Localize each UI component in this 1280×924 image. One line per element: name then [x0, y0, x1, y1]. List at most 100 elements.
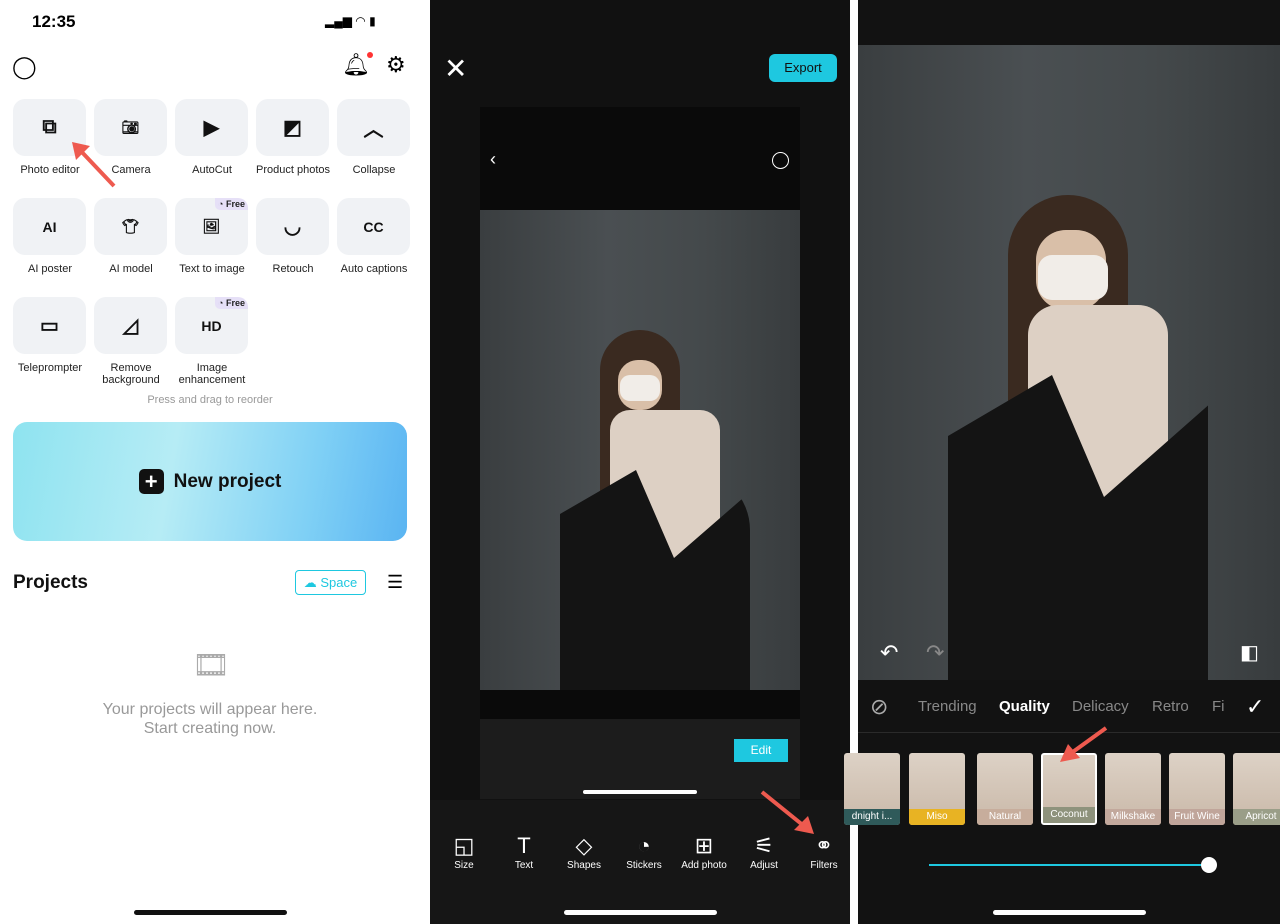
projects-title: Projects	[13, 572, 88, 593]
filter-thumb[interactable]: Milkshake	[1105, 753, 1161, 825]
filter-tab-retro[interactable]: Retro	[1152, 698, 1189, 715]
tile-text-to-image[interactable]: 🖼︎ ◔ Free	[175, 198, 248, 255]
export-button[interactable]: Export	[769, 54, 837, 82]
tile-label: AI model	[109, 263, 153, 275]
intensity-slider-track[interactable]	[929, 864, 1209, 866]
camera-icon: 📷︎	[121, 119, 140, 135]
filter-thumb[interactable]: Natural	[977, 753, 1033, 825]
remove-bg-icon: ◿	[122, 315, 139, 337]
space-button[interactable]: ☁ Space	[295, 570, 366, 595]
tool-label: Size	[454, 860, 474, 871]
tile-ai-poster[interactable]: AI	[13, 198, 86, 255]
tile-label: Teleprompter	[17, 362, 83, 374]
arrow-annotation	[72, 142, 116, 188]
tile-label: Auto captions	[340, 263, 408, 275]
ai-poster-icon: AI	[42, 218, 57, 235]
space-label: Space	[320, 575, 358, 590]
no-filter-icon[interactable]: ⊘	[870, 694, 888, 720]
sort-icon[interactable]: ☰	[387, 572, 403, 593]
hd-icon: HD	[201, 317, 222, 334]
retouch-icon: ◡	[283, 216, 302, 238]
tile-label: Text to image	[179, 263, 245, 275]
free-label: Free	[225, 298, 245, 308]
empty-line2: Start creating now.	[143, 720, 277, 737]
back-icon[interactable]: ‹	[490, 149, 496, 170]
home-indicator	[134, 910, 287, 915]
tool-label: Shapes	[567, 860, 601, 871]
redo-icon[interactable]: ↷	[926, 640, 944, 666]
teleprompter-icon: ▭	[40, 315, 59, 337]
filter-thumb[interactable]: Miso	[909, 753, 965, 825]
confirm-check-icon[interactable]: ✓	[1246, 694, 1264, 720]
tool-label: Add photo	[681, 860, 727, 871]
chevron-up-icon: ︿	[363, 119, 384, 141]
bell-icon[interactable]: 🔔︎	[342, 52, 373, 78]
tile-retouch[interactable]: ◡	[256, 198, 329, 255]
tile-autocut[interactable]: ▶	[175, 99, 248, 156]
intensity-slider-handle[interactable]	[1201, 857, 1217, 873]
filter-thumb[interactable]: dnight i...	[844, 753, 900, 825]
drag-handle[interactable]	[583, 790, 697, 794]
photo-image	[480, 210, 800, 690]
filter-thumb[interactable]: Apricot	[1233, 753, 1280, 825]
filter-label: Coconut	[1043, 807, 1095, 823]
tool-label: Adjust	[750, 860, 778, 871]
tool-add-photo[interactable]: ⊞ Add photo	[674, 832, 734, 871]
captions-icon: CC	[363, 218, 384, 235]
gear-icon[interactable]: ⚙	[386, 52, 406, 78]
filter-thumb[interactable]: Fruit Wine	[1169, 753, 1225, 825]
tile-teleprompter[interactable]: ▭	[13, 297, 86, 354]
filter-tab-quality[interactable]: Quality	[999, 698, 1050, 715]
filter-label: Fruit Wine	[1169, 809, 1225, 825]
filter-label: Milkshake	[1105, 809, 1161, 825]
new-project-button[interactable]: + New project	[13, 422, 407, 541]
reorder-hint: Press and drag to reorder	[147, 394, 273, 406]
tile-remove-background[interactable]: ◿	[94, 297, 167, 354]
empty-line1: Your projects will appear here.	[102, 701, 318, 718]
tile-label: Retouch	[272, 263, 314, 275]
status-time: 12:35	[32, 12, 76, 31]
filter-label: Miso	[909, 809, 965, 825]
filter-tab-trending[interactable]: Trending	[918, 698, 977, 715]
tile-auto-captions[interactable]: CC	[337, 198, 410, 255]
text-to-image-icon: 🖼︎	[202, 218, 221, 234]
close-icon[interactable]: ✕	[444, 52, 467, 85]
size-icon: ◱	[453, 833, 475, 858]
text-icon: T	[517, 833, 531, 858]
tool-shapes[interactable]: ◇ Shapes	[554, 832, 614, 871]
tool-label: Stickers	[626, 860, 662, 871]
undo-icon[interactable]: ↶	[880, 640, 898, 666]
free-badge: ◔ Free	[215, 297, 248, 309]
tile-collapse[interactable]: ︿	[337, 99, 410, 156]
profile-icon[interactable]: ◯	[12, 54, 37, 80]
shapes-icon: ◇	[575, 833, 593, 858]
canvas: ‹ Edit	[480, 107, 800, 762]
tool-text[interactable]: T Text	[494, 832, 554, 871]
empty-state: Your projects will appear here. Start cr…	[0, 700, 420, 738]
tool-size[interactable]: ◱ Size	[434, 832, 494, 871]
home-indicator	[564, 910, 717, 915]
tile-product-photos[interactable]: ◩	[256, 99, 329, 156]
photo-image	[858, 45, 1280, 680]
plus-icon: +	[138, 469, 164, 494]
tile-label: Product photos	[256, 164, 330, 176]
tile-label: Remove background	[102, 362, 160, 386]
tool-stickers[interactable]: ◔ Stickers	[614, 832, 674, 871]
tile-label: AI poster	[27, 263, 73, 275]
filter-tab-delicacy[interactable]: Delicacy	[1072, 698, 1129, 715]
stickers-icon: ◔	[637, 833, 651, 858]
tile-image-enhancement[interactable]: HD ◔ Free	[175, 297, 248, 354]
filter-label: Natural	[977, 809, 1033, 825]
filters-screen: ↶ ↷ ◧ ⊘ Trending Quality Delicacy Retro Fi ✓…	[844, 0, 1280, 924]
select-circle-icon[interactable]	[772, 152, 789, 169]
edit-button[interactable]: Edit	[734, 739, 788, 762]
filter-tab-fi[interactable]: Fi	[1212, 698, 1225, 715]
compare-icon[interactable]: ◧	[1240, 640, 1259, 665]
tile-label: AutoCut	[192, 164, 232, 176]
tile-label: Image enhancement	[178, 362, 246, 386]
photo-editor-screen: ✕ Export ‹ Edit Edit ◱ Size T Text ◇ Shapes ◔ S…	[430, 0, 850, 924]
tile-ai-model[interactable]: 👕︎	[94, 198, 167, 255]
tool-label: Filters	[810, 860, 838, 871]
tile-label: Collapse	[352, 164, 396, 176]
autocut-icon: ▶	[203, 117, 220, 139]
